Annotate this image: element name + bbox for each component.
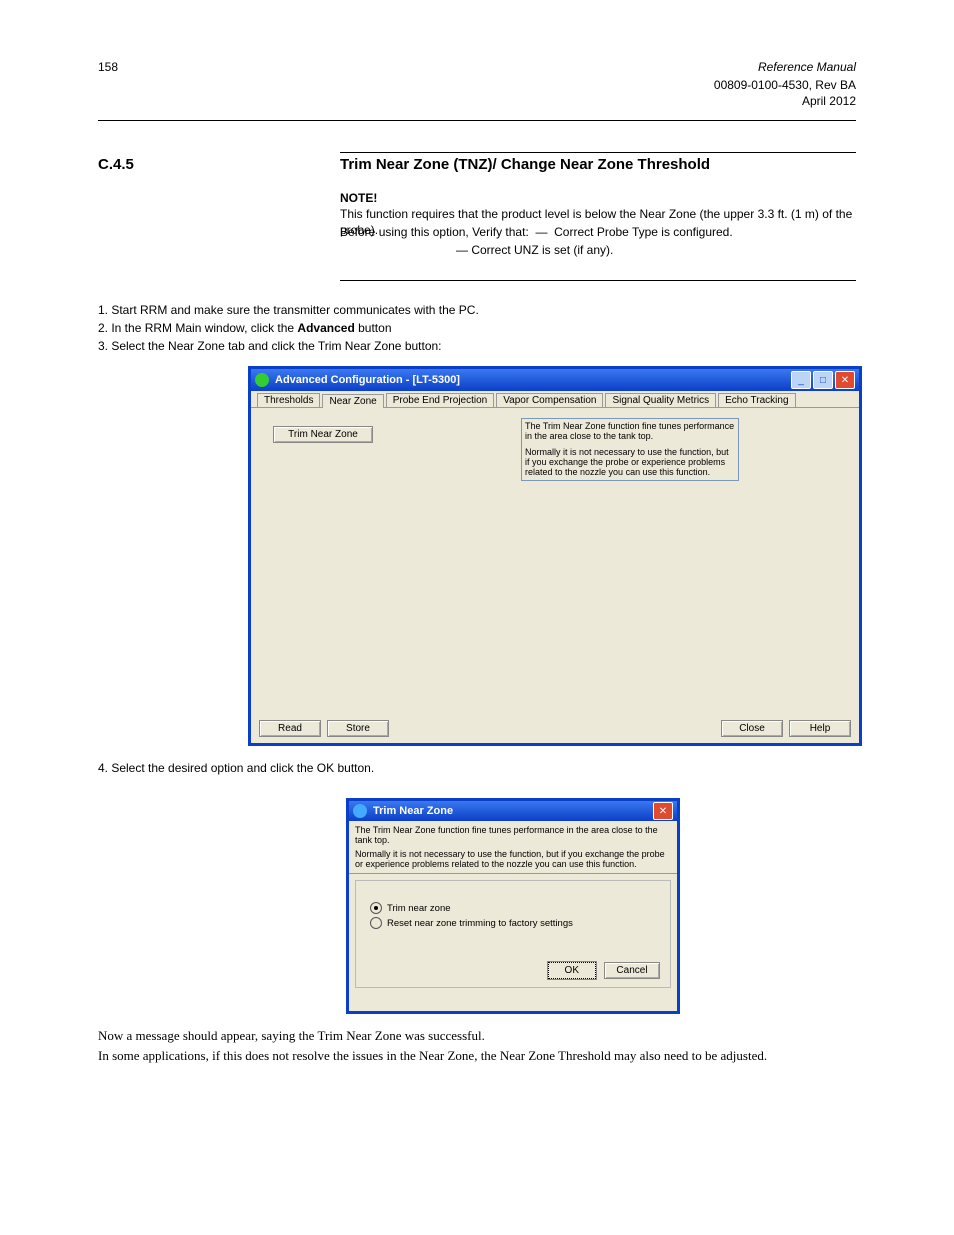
line: Normally it is not necessary to use the … (355, 849, 671, 869)
cancel-button[interactable]: Cancel (604, 962, 660, 979)
step-2b: Advanced (297, 321, 354, 335)
dialog-text: The Trim Near Zone function fine tunes p… (349, 821, 677, 874)
radio-icon (370, 902, 382, 914)
close-button[interactable] (653, 802, 673, 820)
trim-near-zone-dialog: Trim Near Zone The Trim Near Zone functi… (346, 798, 680, 1014)
titlebar: Trim Near Zone (349, 801, 677, 821)
step-text: Correct Probe Type is configured. (554, 225, 733, 239)
help-button[interactable]: Help (789, 720, 851, 737)
tab-thresholds[interactable]: Thresholds (257, 393, 320, 407)
section-number: C.4.5 (98, 156, 134, 173)
doc-id: 00809-0100-4530, Rev BA (714, 78, 856, 92)
step-text: Before using this option, Verify that: (340, 225, 532, 239)
desc-line: Normally it is not necessary to use the … (525, 448, 735, 478)
note-label: NOTE! (340, 191, 377, 205)
window-title: Advanced Configuration - [LT-5300] (275, 374, 789, 386)
close-button[interactable]: Close (721, 720, 783, 737)
app-icon (255, 373, 269, 387)
radio-icon (370, 917, 382, 929)
step-1: 1. Start RRM and make sure the transmitt… (98, 302, 854, 318)
step-2c: button (358, 321, 391, 335)
titlebar: Advanced Configuration - [LT-5300] (251, 369, 859, 391)
maximize-button[interactable] (813, 371, 833, 389)
dialog-title: Trim Near Zone (373, 805, 651, 817)
minimize-button[interactable] (791, 371, 811, 389)
tab-strip: Thresholds Near Zone Probe End Projectio… (251, 391, 859, 408)
doc-date: April 2012 (802, 94, 856, 108)
tab-vapor-comp[interactable]: Vapor Compensation (496, 393, 603, 407)
ok-button[interactable]: OK (548, 962, 596, 979)
option-label: Reset near zone trimming to factory sett… (387, 918, 573, 929)
option-reset[interactable]: Reset near zone trimming to factory sett… (370, 917, 656, 929)
rule (340, 280, 856, 281)
app-icon (353, 804, 367, 818)
rule (98, 120, 856, 121)
doc-title: Reference Manual (758, 60, 856, 74)
trim-near-zone-button[interactable]: Trim Near Zone (273, 426, 373, 443)
store-button[interactable]: Store (327, 720, 389, 737)
read-button[interactable]: Read (259, 720, 321, 737)
close-button[interactable] (835, 371, 855, 389)
page-number: 158 (98, 60, 118, 74)
option-trim[interactable]: Trim near zone (370, 902, 656, 914)
option-label: Trim near zone (387, 903, 451, 914)
tab-near-zone[interactable]: Near Zone (322, 394, 383, 408)
step-2a: 2. In the RRM Main window, click the (98, 321, 297, 335)
advanced-config-window: Advanced Configuration - [LT-5300] Thres… (248, 366, 862, 746)
section-title: Trim Near Zone (TNZ)/ Change Near Zone T… (340, 156, 710, 173)
tab-signal-quality[interactable]: Signal Quality Metrics (605, 393, 716, 407)
closing-text: In some applications, if this does not r… (98, 1048, 854, 1064)
tab-echo-tracking[interactable]: Echo Tracking (718, 393, 795, 407)
options-panel: Trim near zone Reset near zone trimming … (355, 880, 671, 988)
step-3: 3. Select the Near Zone tab and click th… (98, 338, 854, 354)
step-4: 4. Select the desired option and click t… (98, 760, 374, 776)
closing-text: Now a message should appear, saying the … (98, 1028, 854, 1044)
desc-line: The Trim Near Zone function fine tunes p… (525, 422, 735, 442)
tab-panel: Trim Near Zone The Trim Near Zone functi… (251, 408, 859, 708)
description-box: The Trim Near Zone function fine tunes p… (521, 418, 739, 481)
tab-probe-end[interactable]: Probe End Projection (386, 393, 495, 407)
line: The Trim Near Zone function fine tunes p… (355, 825, 671, 845)
rule (340, 152, 856, 153)
step-text: Correct UNZ is set (if any). (471, 243, 613, 257)
